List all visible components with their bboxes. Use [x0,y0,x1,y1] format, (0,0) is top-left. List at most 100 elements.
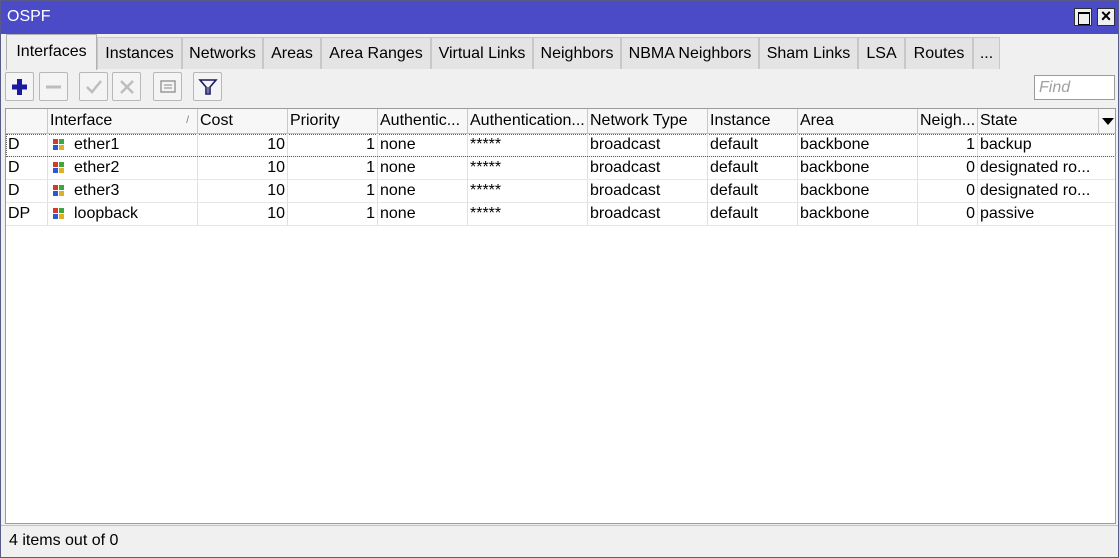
column-header-interface[interactable]: Interface / [48,109,198,133]
close-button[interactable]: × [1097,6,1115,26]
interfaces-table: Interface / Cost Priority Authentic... A… [5,108,1116,524]
window-title: OSPF [7,8,51,25]
column-chooser-button[interactable] [1099,109,1115,133]
status-text: 4 items out of 0 [9,532,119,549]
status-bar: 4 items out of 0 [1,525,1118,557]
state-cell: backup [978,134,1115,156]
comment-icon [160,80,176,93]
column-header-cost[interactable]: Cost [198,109,288,133]
neighbors-cell: 0 [918,203,978,225]
cost-cell: 10 [198,203,288,225]
neighbors-cell: 0 [918,157,978,179]
area-cell: backbone [798,180,918,202]
table-row[interactable]: D ether1 10 1 none ***** broadcast defau… [6,134,1115,157]
tab-networks[interactable]: Networks [182,37,263,69]
authentication-key-cell: ***** [468,157,588,179]
ospf-window: OSPF × Interfaces Instances Networks Are… [0,0,1119,558]
column-header-flags[interactable] [6,109,48,133]
chevron-down-icon [1102,118,1114,125]
enable-icon [86,80,102,94]
column-header-instance[interactable]: Instance [708,109,798,133]
authentication-key-cell: ***** [468,203,588,225]
table-row[interactable]: DP loopback 10 1 none ***** broadcast de… [6,203,1115,226]
network-type-cell: broadcast [588,157,708,179]
interface-icon [53,139,65,151]
network-type-cell: broadcast [588,203,708,225]
column-header-authentication-key[interactable]: Authentication... [468,109,588,133]
find-input[interactable] [1034,75,1115,100]
authentication-cell: none [378,157,468,179]
network-type-cell: broadcast [588,134,708,156]
add-button[interactable] [5,72,34,101]
state-cell: designated ro... [978,180,1115,202]
cost-cell: 10 [198,157,288,179]
tab-nbma-neighbors[interactable]: NBMA Neighbors [621,37,759,69]
tab-lsa[interactable]: LSA [858,37,905,69]
enable-button[interactable] [79,72,108,101]
column-header-state[interactable]: State [978,109,1099,133]
interface-cell: ether2 [48,157,198,179]
tab-virtual-links[interactable]: Virtual Links [431,37,533,69]
title-bar[interactable]: OSPF × [1,1,1118,34]
instance-cell: default [708,203,798,225]
flags-cell: D [6,180,48,202]
column-header-authentication[interactable]: Authentic... [378,109,468,133]
interface-cell: loopback [48,203,198,225]
interface-name: ether1 [74,136,120,153]
tab-routes[interactable]: Routes [905,37,973,69]
close-icon: × [1100,6,1112,26]
area-cell: backbone [798,134,918,156]
interface-icon [53,208,65,220]
table-row[interactable]: D ether3 10 1 none ***** broadcast defau… [6,180,1115,203]
priority-cell: 1 [288,157,378,179]
authentication-key-cell: ***** [468,180,588,202]
tab-bar: Interfaces Instances Networks Areas Area… [1,34,1118,70]
cost-cell: 10 [198,180,288,202]
state-cell: passive [978,203,1115,225]
column-header-neighbors[interactable]: Neigh... [918,109,978,133]
interface-name: ether3 [74,182,120,199]
tab-areas[interactable]: Areas [263,37,321,69]
disable-icon [120,80,134,94]
remove-button[interactable] [39,72,68,101]
column-header-interface-label: Interface [50,112,113,129]
tab-instances[interactable]: Instances [97,37,182,69]
instance-cell: default [708,134,798,156]
priority-cell: 1 [288,180,378,202]
priority-cell: 1 [288,134,378,156]
interface-icon [53,162,65,174]
area-cell: backbone [798,157,918,179]
tab-sham-links[interactable]: Sham Links [759,37,858,69]
interface-name: ether2 [74,159,120,176]
disable-button[interactable] [112,72,141,101]
maximize-icon [1078,12,1090,25]
flags-cell: D [6,157,48,179]
comment-button[interactable] [153,72,182,101]
state-cell: designated ro... [978,157,1115,179]
add-icon [12,79,27,95]
column-header-priority[interactable]: Priority [288,109,378,133]
maximize-button[interactable] [1074,8,1092,26]
toolbar [1,70,1118,106]
table-header: Interface / Cost Priority Authentic... A… [6,109,1115,134]
column-header-network-type[interactable]: Network Type [588,109,708,133]
tab-area-ranges[interactable]: Area Ranges [321,37,431,69]
table-row[interactable]: D ether2 10 1 none ***** broadcast defau… [6,157,1115,180]
instance-cell: default [708,180,798,202]
interface-cell: ether3 [48,180,198,202]
flags-cell: D [6,134,48,156]
filter-icon [198,79,218,95]
interface-cell: ether1 [48,134,198,156]
interface-name: loopback [74,205,139,222]
area-cell: backbone [798,203,918,225]
tab-neighbors[interactable]: Neighbors [533,37,621,69]
column-header-area[interactable]: Area [798,109,918,133]
sort-indicator-icon: / [186,115,189,126]
filter-button[interactable] [193,72,222,101]
authentication-cell: none [378,134,468,156]
instance-cell: default [708,157,798,179]
tab-interfaces[interactable]: Interfaces [6,34,97,70]
authentication-cell: none [378,203,468,225]
tab-more[interactable]: ... [973,37,1000,69]
authentication-key-cell: ***** [468,134,588,156]
